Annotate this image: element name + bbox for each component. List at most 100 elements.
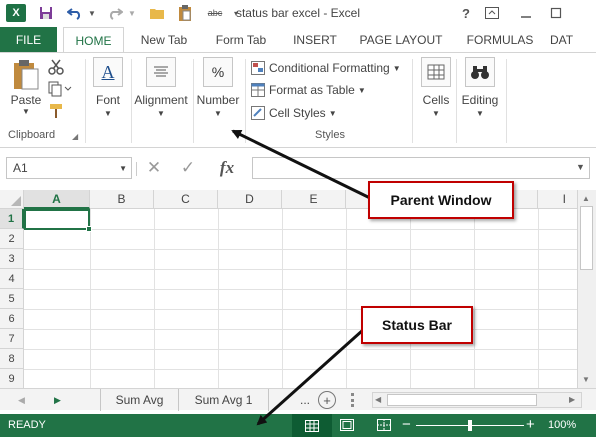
- number-label: Number: [196, 93, 240, 107]
- number-button[interactable]: % Number ▼: [194, 57, 242, 118]
- tab-form-tab[interactable]: Form Tab: [205, 27, 277, 52]
- vertical-scrollbar[interactable]: ▲ ▼: [577, 190, 596, 388]
- excel-logo-icon: X: [6, 4, 26, 22]
- font-button[interactable]: A Font ▼: [90, 57, 126, 118]
- tab-page-layout[interactable]: PAGE LAYOUT: [352, 27, 450, 52]
- column-header-c[interactable]: C: [154, 190, 218, 209]
- fill-handle[interactable]: [86, 226, 92, 232]
- zoom-level[interactable]: 100%: [548, 419, 576, 431]
- open-folder-icon[interactable]: [146, 4, 168, 22]
- row-header-5[interactable]: 5: [0, 289, 24, 309]
- alignment-dropdown-icon: ▼: [157, 109, 165, 118]
- paste-icon[interactable]: [174, 4, 196, 22]
- row-header-1[interactable]: 1: [0, 209, 24, 229]
- cancel-icon[interactable]: ✕: [142, 157, 166, 179]
- scroll-left-icon[interactable]: ◀: [375, 395, 381, 404]
- sheet-prev-icon[interactable]: ◀: [18, 395, 25, 406]
- format-as-table-button[interactable]: Format as Table ▼: [250, 80, 366, 100]
- alignment-button[interactable]: Alignment ▼: [132, 57, 190, 118]
- enter-icon[interactable]: ✓: [176, 157, 200, 179]
- format-painter-icon[interactable]: [48, 103, 68, 121]
- row-header-2[interactable]: 2: [0, 229, 24, 249]
- sheet-tab-sum-avg[interactable]: Sum Avg: [101, 389, 179, 411]
- name-box-dropdown-icon[interactable]: ▼: [119, 164, 127, 173]
- column-header-d[interactable]: D: [218, 190, 282, 209]
- tab-file[interactable]: FILE: [0, 27, 57, 52]
- scroll-down-icon[interactable]: ▼: [582, 375, 590, 384]
- copy-icon[interactable]: [48, 81, 78, 99]
- save-icon[interactable]: [36, 4, 56, 22]
- insert-function-button[interactable]: fx: [210, 157, 244, 179]
- minimize-icon[interactable]: [515, 3, 537, 23]
- help-icon[interactable]: ?: [455, 3, 477, 23]
- scroll-thumb[interactable]: [580, 206, 593, 270]
- tab-home[interactable]: HOME: [63, 27, 124, 53]
- select-all-corner[interactable]: [0, 190, 24, 209]
- horizontal-scrollbar[interactable]: ◀ ▶: [372, 392, 582, 408]
- tab-insert[interactable]: INSERT: [285, 27, 345, 52]
- maximize-icon[interactable]: [545, 3, 567, 23]
- customize-quick-access-icon[interactable]: ▾: [230, 4, 242, 22]
- active-cell-a1[interactable]: [24, 209, 90, 230]
- tab-new-tab[interactable]: New Tab: [131, 27, 197, 52]
- cell-styles-button[interactable]: Cell Styles ▼: [250, 103, 337, 123]
- cells-button[interactable]: Cells ▼: [417, 57, 455, 118]
- ribbon-separator: [412, 59, 413, 143]
- column-header-e[interactable]: E: [282, 190, 346, 209]
- sheet-tabs-more[interactable]: ...: [269, 389, 314, 411]
- status-ready-text: READY: [8, 419, 46, 431]
- redo-dropdown-icon[interactable]: ▼: [126, 4, 138, 22]
- cut-icon[interactable]: [48, 59, 68, 77]
- column-header-a[interactable]: A: [24, 190, 90, 209]
- column-header-b[interactable]: B: [90, 190, 154, 209]
- name-box[interactable]: A1 ▼: [6, 157, 132, 179]
- column-header-i[interactable]: I: [538, 190, 577, 209]
- sheet-tab-sum-avg-1[interactable]: Sum Avg 1: [179, 389, 269, 411]
- row-header-4[interactable]: 4: [0, 269, 24, 289]
- format-as-table-label: Format as Table: [269, 83, 355, 97]
- formula-input[interactable]: [252, 157, 590, 179]
- expand-formula-bar-icon[interactable]: ▼: [576, 162, 585, 172]
- gridline: [24, 329, 577, 330]
- conditional-formatting-button[interactable]: Conditional Formatting ▼: [250, 58, 401, 78]
- ribbon-separator: [245, 59, 246, 143]
- scroll-up-icon[interactable]: ▲: [582, 194, 590, 203]
- ribbon-tabs: FILE HOME New Tab Form Tab INSERT PAGE L…: [0, 27, 596, 53]
- alignment-label: Alignment: [134, 93, 188, 107]
- horizontal-scroll-thumb[interactable]: [387, 394, 537, 406]
- paste-dropdown-icon: ▼: [22, 107, 30, 116]
- page-layout-view-icon[interactable]: [340, 419, 354, 434]
- spelling-icon[interactable]: abc: [202, 4, 228, 22]
- zoom-slider-thumb[interactable]: [468, 420, 472, 431]
- undo-icon[interactable]: [64, 4, 86, 22]
- redo-icon[interactable]: [104, 4, 126, 22]
- binoculars-icon: [465, 57, 495, 87]
- row-header-8[interactable]: 8: [0, 349, 24, 369]
- undo-dropdown-icon[interactable]: ▼: [86, 4, 98, 22]
- scroll-right-icon[interactable]: ▶: [569, 395, 575, 404]
- paste-button[interactable]: Paste ▼: [8, 59, 44, 116]
- ribbon-display-icon[interactable]: [481, 3, 503, 23]
- zoom-in-icon[interactable]: +: [526, 416, 535, 433]
- split-handle-icon[interactable]: [345, 393, 361, 407]
- zoom-out-icon[interactable]: −: [402, 416, 411, 433]
- row-header-9[interactable]: 9: [0, 369, 24, 388]
- normal-view-icon[interactable]: [292, 414, 332, 437]
- editing-button[interactable]: Editing ▼: [458, 57, 502, 118]
- tab-data[interactable]: DAT: [550, 27, 596, 52]
- gridline: [24, 309, 577, 310]
- gridline: [538, 209, 539, 388]
- paste-label: Paste: [10, 93, 42, 107]
- row-header-7[interactable]: 7: [0, 329, 24, 349]
- sheet-next-icon[interactable]: ▶: [54, 395, 61, 406]
- name-box-value: A1: [13, 161, 28, 175]
- row-header-3[interactable]: 3: [0, 249, 24, 269]
- tab-formulas[interactable]: FORMULAS: [458, 27, 542, 52]
- row-header-6[interactable]: 6: [0, 309, 24, 329]
- clipboard-launcher-icon[interactable]: ◢: [72, 132, 78, 141]
- editing-dropdown-icon: ▼: [476, 109, 484, 118]
- page-break-view-icon[interactable]: [377, 419, 391, 434]
- gridline: [24, 249, 577, 250]
- new-sheet-icon[interactable]: +: [318, 391, 336, 409]
- worksheet-grid[interactable]: A B C D E F G H I 1 2 3 4 5 6 7 8 9: [0, 190, 577, 388]
